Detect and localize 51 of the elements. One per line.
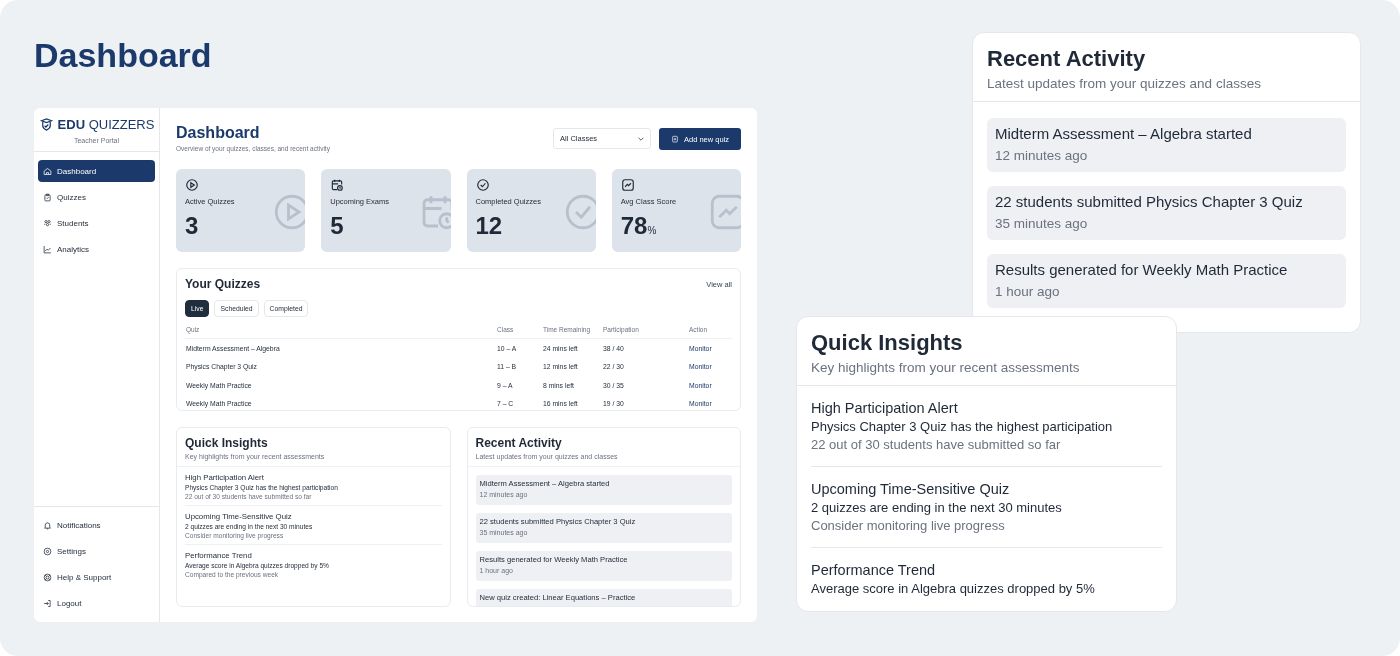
clipboard-plus-icon <box>671 135 679 143</box>
clipboard-icon <box>43 192 52 202</box>
chart-icon <box>43 244 52 254</box>
stat-value: 12 <box>475 212 503 240</box>
stat-value: 5 <box>330 212 344 240</box>
insight-note: Consider monitoring live progress <box>811 518 1006 533</box>
card-title: Quick Insights <box>185 436 269 450</box>
activity-text: Midterm Assessment – Algebra started <box>995 125 1253 142</box>
home-icon <box>43 166 52 176</box>
nav-item[interactable]: Settings <box>38 540 155 562</box>
insight-detail: 2 quizzes are ending in the next 30 minutes <box>811 500 1063 515</box>
settings-icon <box>43 546 52 556</box>
page-title: Dashboard <box>34 36 212 74</box>
activity-time: 1 hour ago <box>995 284 1061 299</box>
activity-text: 22 students submitted Physics Chapter 3 Quiz <box>995 193 1304 210</box>
card-subtitle: Latest updates from your quizzes and classes <box>987 76 1262 91</box>
card-title: Recent Activity <box>475 436 563 450</box>
nav-item[interactable]: Quizzes <box>38 186 155 208</box>
card-title: Quick Insights <box>811 330 964 356</box>
check-circle-icon <box>475 178 490 192</box>
logout-icon <box>43 598 52 608</box>
insight-note: 22 out of 30 students have submitted so far <box>811 437 1062 452</box>
trend-chart-icon <box>620 178 635 192</box>
card-title: Your Quizzes <box>185 277 261 291</box>
insight-title: Upcoming Time-Sensitive Quiz <box>811 481 1011 497</box>
nav-item[interactable]: Notifications <box>38 514 155 536</box>
insight-detail: Physics Chapter 3 Quiz has the highest participation <box>811 419 1114 434</box>
insight-title: High Participation Alert <box>811 400 959 416</box>
activity-time: 35 minutes ago <box>995 216 1089 231</box>
brand-name: EDU QUIZZERS <box>57 117 155 132</box>
insight-title: Performance Trend <box>811 562 937 578</box>
nav-item[interactable]: Dashboard <box>38 160 155 182</box>
nav-item[interactable]: Logout <box>38 592 155 614</box>
nav-item[interactable]: Analytics <box>38 238 155 260</box>
insight-detail: Average score in Algebra quizzes dropped by 5% <box>811 581 1096 596</box>
activity-time: 12 minutes ago <box>995 148 1089 163</box>
graduation-shield-icon <box>38 116 54 133</box>
people-icon <box>43 218 52 228</box>
lifebuoy-icon <box>43 572 52 582</box>
bell-icon <box>43 520 52 530</box>
nav-item[interactable]: Students <box>38 212 155 234</box>
activity-text: Results generated for Weekly Math Practice <box>995 261 1289 278</box>
nav-item[interactable]: Help & Support <box>38 566 155 588</box>
dashboard-title: Dashboard <box>176 124 261 142</box>
stat-value: 3 <box>185 212 199 240</box>
card-subtitle: Key highlights from your recent assessments <box>811 360 1081 375</box>
card-title: Recent Activity <box>987 46 1147 72</box>
play-icon <box>185 178 199 192</box>
chevron-down-icon <box>638 136 644 141</box>
calendar-clock-icon <box>330 178 345 192</box>
stat-value: 78% <box>620 212 657 241</box>
